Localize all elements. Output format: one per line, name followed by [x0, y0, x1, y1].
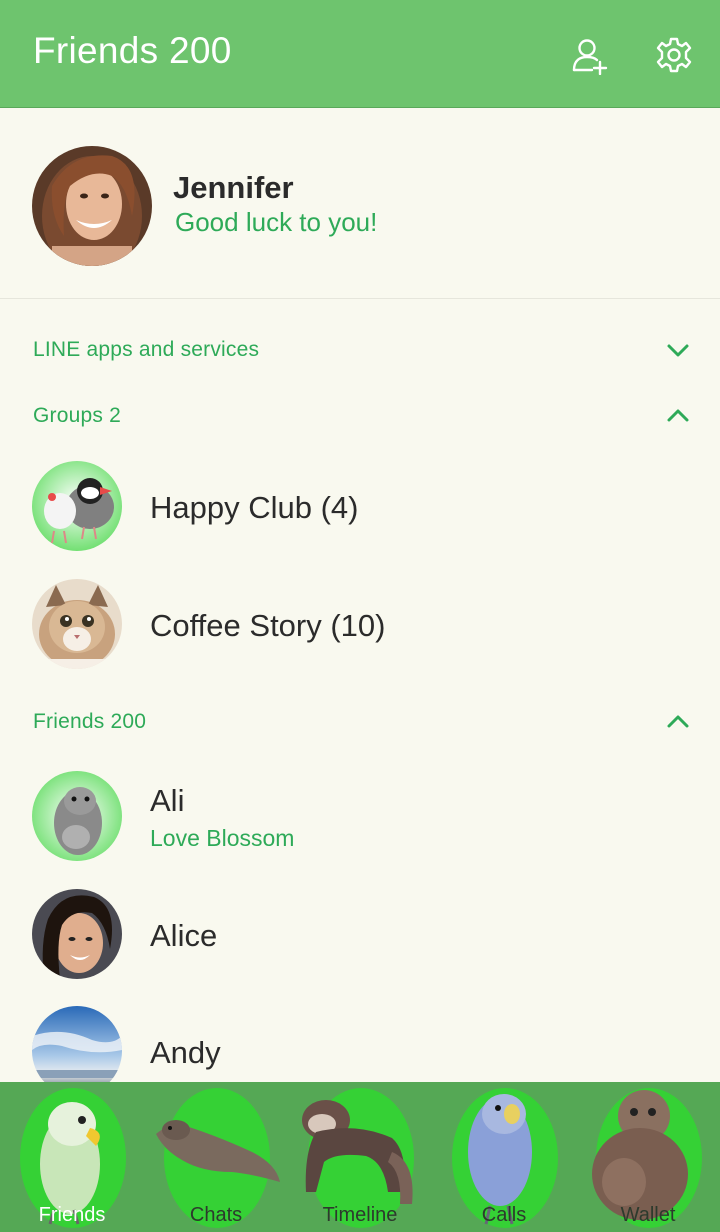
profile-name: Jennifer — [173, 170, 294, 205]
tab-label: Friends — [38, 1204, 106, 1226]
section-friends[interactable]: Friends 200 — [0, 694, 720, 750]
list-item[interactable]: Coffee Story (10) — [0, 571, 720, 683]
section-label: LINE apps and services — [33, 338, 260, 361]
friend-avatar — [32, 771, 122, 861]
friend-name: Ali — [150, 783, 185, 818]
tab-chats[interactable]: Chats — [144, 1082, 288, 1232]
avatar[interactable] — [32, 146, 152, 266]
friend-name: Andy — [150, 1035, 221, 1070]
tab-label: Calls — [481, 1204, 527, 1226]
friend-name: Alice — [150, 918, 218, 953]
my-profile[interactable]: Jennifer Good luck to you! — [0, 108, 720, 299]
section-groups[interactable]: Groups 2 — [0, 388, 720, 444]
group-avatar — [32, 579, 122, 669]
chevron-up-icon — [667, 715, 689, 728]
list-item[interactable]: Ali Love Blossom — [0, 763, 720, 875]
tab-wallet[interactable]: Wallet — [576, 1082, 720, 1232]
settings-button[interactable] — [652, 33, 696, 77]
tab-calls[interactable]: Calls — [432, 1082, 576, 1232]
friend-status-message: Love Blossom — [150, 825, 295, 851]
list-item[interactable]: Happy Club (4) — [0, 453, 720, 565]
app-header: Friends 200 — [0, 0, 720, 108]
group-name: Happy Club (4) — [150, 490, 359, 525]
chevron-up-icon — [667, 409, 689, 422]
page-title: Friends 200 — [33, 30, 232, 71]
tab-label: Chats — [189, 1204, 243, 1226]
section-label: Groups 2 — [33, 404, 121, 427]
group-name: Coffee Story (10) — [150, 608, 386, 643]
list-item[interactable]: Alice — [0, 881, 720, 993]
tab-friends[interactable]: Friends — [0, 1082, 144, 1232]
chevron-down-icon — [667, 344, 689, 357]
bottom-tab-bar: Friends Chats Timeline Calls Wallet — [0, 1082, 720, 1232]
red-panda-icon — [302, 1100, 413, 1204]
section-label: Friends 200 — [33, 710, 147, 733]
add-friend-button[interactable] — [568, 33, 612, 77]
tab-label: Wallet — [620, 1204, 676, 1226]
profile-status-message: Good luck to you! — [175, 207, 378, 237]
tab-timeline[interactable]: Timeline — [288, 1082, 432, 1232]
flying-squirrel-icon — [156, 1120, 280, 1182]
friend-avatar — [32, 889, 122, 979]
add-person-icon — [572, 39, 608, 75]
group-avatar — [32, 461, 122, 551]
gear-icon — [656, 37, 692, 73]
tab-label: Timeline — [322, 1204, 398, 1226]
section-line-apps-services[interactable]: LINE apps and services — [0, 322, 720, 378]
